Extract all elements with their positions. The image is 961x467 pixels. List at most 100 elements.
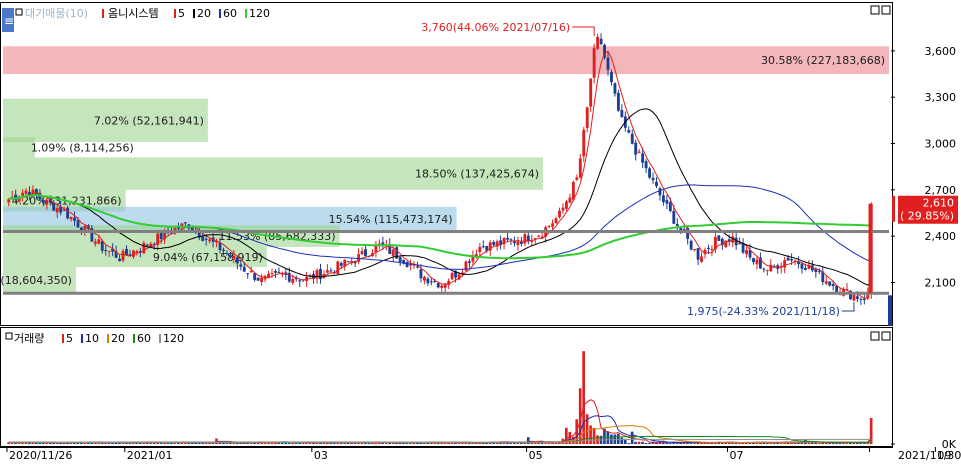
volume-bar <box>637 441 641 444</box>
low-price-pointer <box>841 302 855 312</box>
chart-canvas[interactable]: 30.58% (227,183,668) 7.02% (52,161,941) 1.… <box>0 0 961 463</box>
x-tick-label: 2020/11/26 <box>9 449 72 462</box>
volume-legend-ma10-label: 10 <box>85 332 99 345</box>
volume-bar <box>817 442 821 444</box>
volume-legend-checkbox-icon[interactable] <box>5 332 13 340</box>
candle-body <box>21 192 25 196</box>
candle-body <box>443 284 447 288</box>
volume-bar <box>125 442 128 444</box>
candle-body <box>125 248 128 256</box>
candle-body <box>828 281 832 286</box>
volume-profile-max-label: 30.58% (227,183,668) <box>761 54 885 67</box>
volume-bars <box>7 351 873 444</box>
volume-bar <box>308 442 312 444</box>
candle-body <box>551 223 555 227</box>
volume-legend[interactable]: 거래량 5 10 20 60 120 <box>5 332 184 345</box>
volume-bar <box>589 425 592 444</box>
candle-body <box>859 298 863 300</box>
candle-body <box>204 238 208 240</box>
candle-body <box>45 199 49 205</box>
volume-bar <box>346 442 350 444</box>
legend-candle-swatch <box>102 9 104 18</box>
candle-body <box>260 277 264 282</box>
x-tick-label: 2021/01 <box>127 449 173 462</box>
candle-body <box>249 270 253 273</box>
candle-body <box>246 273 250 275</box>
candle-body <box>661 195 665 203</box>
candle-body <box>242 267 246 272</box>
candle-body <box>585 107 589 128</box>
panel-maximize-icon[interactable] <box>870 331 880 341</box>
candle-body <box>589 78 593 107</box>
volume-bar <box>797 442 800 444</box>
volume-profile-label: 2.50% (18,604,350) <box>0 274 72 287</box>
panel-close-icon[interactable] <box>881 331 891 341</box>
legend-checkbox-icon[interactable] <box>15 8 23 16</box>
candle-body <box>118 258 122 262</box>
volume-bar <box>533 442 537 444</box>
volume-bar <box>384 443 388 444</box>
candle-body <box>630 133 634 144</box>
price-legend[interactable]: ≡ 대기매물(10) 옴니시스템 5 20 60 120 <box>2 7 270 32</box>
stock-chart[interactable]: 30.58% (227,183,668) 7.02% (52,161,941) 1.… <box>0 0 961 463</box>
volume-bar <box>627 443 631 444</box>
x-tick-label: 07 <box>730 449 744 462</box>
candle-body <box>804 268 807 270</box>
volume-bar <box>544 443 547 444</box>
volume-bar <box>173 442 177 444</box>
candle-body <box>201 236 205 241</box>
candle-body <box>325 270 329 273</box>
candle-body <box>492 241 496 245</box>
volume-bar <box>810 442 814 444</box>
candle-body <box>519 241 523 244</box>
candle-body <box>190 227 194 231</box>
candle-body <box>752 258 755 263</box>
panel-close-icon[interactable] <box>881 5 891 15</box>
candle-body <box>76 220 80 228</box>
candle-body <box>253 273 257 280</box>
volume-legend-ma5-swatch <box>62 334 64 343</box>
candle-body <box>509 239 513 241</box>
x-tick-label: 05 <box>529 449 543 462</box>
candle-body <box>772 265 776 267</box>
candle-body <box>516 241 520 246</box>
price-tick-label: 2,400 <box>925 230 957 243</box>
candle-body <box>547 225 551 227</box>
candle-body <box>575 177 579 180</box>
volume-bar <box>634 441 637 444</box>
x-tick-label: 03 <box>314 449 328 462</box>
candle-body <box>783 260 787 268</box>
volume-ma10-line <box>8 415 872 444</box>
volume-bar <box>526 437 530 444</box>
candle-body <box>339 263 343 266</box>
volume-bar <box>433 442 437 444</box>
candle-body <box>717 235 721 241</box>
candle-body <box>239 264 243 267</box>
legend-ma60-label: 60 <box>223 7 237 20</box>
candle-body <box>41 199 45 203</box>
candle-body <box>277 271 281 273</box>
candle-body <box>232 255 236 260</box>
candle-body <box>24 190 28 194</box>
candle-body <box>582 129 586 157</box>
candle-body <box>641 153 645 163</box>
volume-profile-label: 1.09% (8,114,256) <box>31 141 134 154</box>
candle-body <box>391 249 395 256</box>
candle-body <box>648 168 652 178</box>
volume-bar <box>696 442 700 444</box>
volume-bar <box>190 442 194 444</box>
panel-maximize-icon[interactable] <box>870 5 880 15</box>
candle-body <box>256 277 260 281</box>
candle-body <box>755 259 759 265</box>
candle-body <box>274 270 277 273</box>
volume-bar <box>315 442 319 444</box>
candle-body <box>800 263 804 269</box>
candle-body <box>329 270 333 272</box>
candle-body <box>558 210 561 218</box>
volume-bar <box>689 442 693 444</box>
volume-bar <box>845 442 849 444</box>
candle-body <box>104 249 108 251</box>
volume-bar <box>294 442 298 444</box>
volume-bar <box>38 442 42 444</box>
volume-bar <box>523 442 527 444</box>
